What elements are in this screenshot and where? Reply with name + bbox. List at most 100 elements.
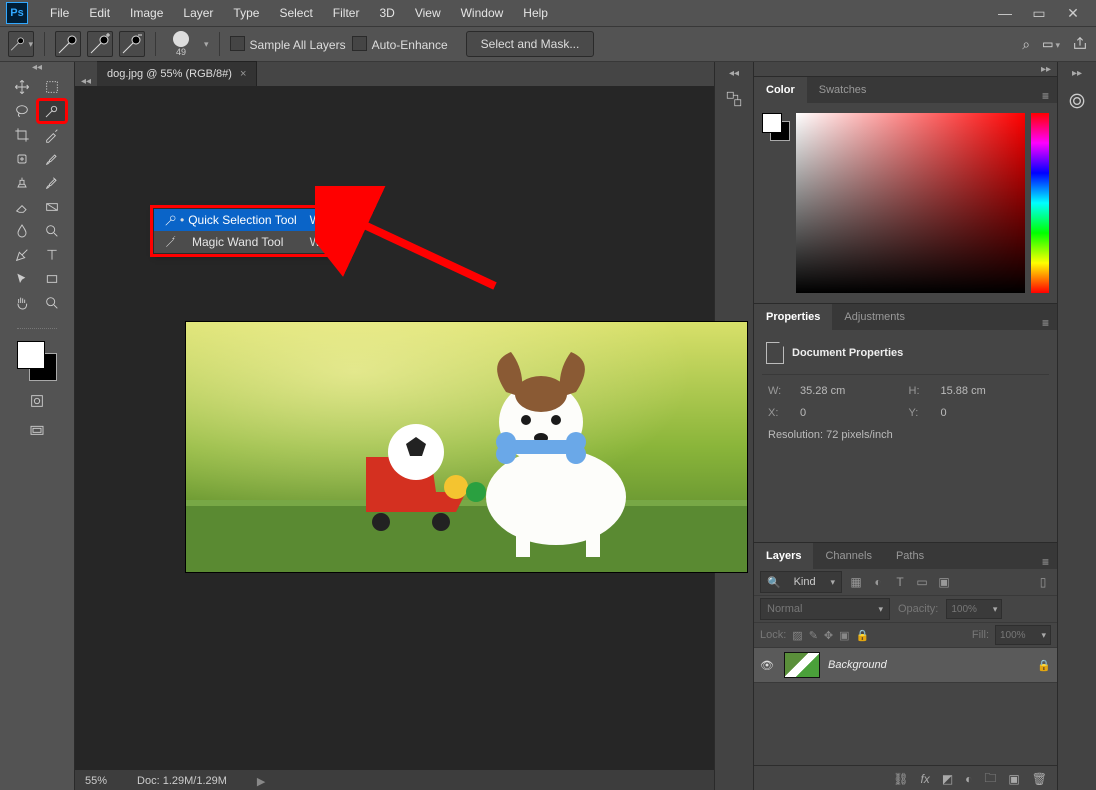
tab-swatches[interactable]: Swatches	[807, 77, 879, 103]
delete-layer-icon[interactable]: 🗑	[1032, 772, 1047, 786]
filter-smart-icon[interactable]: ▣	[936, 574, 952, 590]
adjustment-layer-icon[interactable]: ◐	[965, 772, 972, 786]
marquee-tool[interactable]	[38, 76, 66, 98]
layer-group-icon[interactable]: 🗀	[984, 769, 996, 790]
menu-file[interactable]: File	[40, 0, 79, 26]
layer-mask-icon[interactable]: ◩	[942, 772, 953, 786]
menu-view[interactable]: View	[405, 0, 451, 26]
collapse-far-right-icon[interactable]: ▸▸	[1072, 68, 1082, 78]
collapse-strip-icon[interactable]: ◂◂	[729, 68, 739, 78]
lasso-tool[interactable]	[8, 100, 36, 122]
zoom-level[interactable]: 55%	[85, 775, 107, 787]
collapse-left-icon[interactable]: ◂◂	[75, 76, 97, 86]
history-brush-tool[interactable]	[38, 172, 66, 194]
mini-fg-swatch[interactable]	[762, 113, 782, 133]
maximize-icon[interactable]: ▭	[1022, 3, 1056, 23]
hand-tool[interactable]	[8, 292, 36, 314]
add-selection-icon[interactable]	[87, 31, 113, 57]
select-and-mask-button[interactable]: Select and Mask...	[466, 31, 595, 57]
filter-shape-icon[interactable]: ▭	[914, 574, 930, 590]
menu-help[interactable]: Help	[513, 0, 558, 26]
minimize-icon[interactable]: —	[988, 3, 1022, 23]
quick-mask-icon[interactable]	[26, 391, 48, 411]
color-picker-field[interactable]	[796, 113, 1049, 293]
path-selection-tool[interactable]	[8, 268, 36, 290]
type-tool[interactable]	[38, 244, 66, 266]
tab-adjustments[interactable]: Adjustments	[832, 304, 917, 330]
menu-window[interactable]: Window	[451, 0, 514, 26]
zoom-tool[interactable]	[38, 292, 66, 314]
blend-mode-select[interactable]: Normal▾	[760, 598, 890, 620]
tab-color[interactable]: Color	[754, 77, 807, 103]
panel-menu-icon[interactable]: ≡	[1034, 89, 1057, 103]
healing-brush-tool[interactable]	[8, 148, 36, 170]
move-tool[interactable]	[8, 76, 36, 98]
filter-type-icon[interactable]: T	[892, 574, 908, 590]
menu-image[interactable]: Image	[120, 0, 173, 26]
lock-pixels-icon[interactable]: ✎	[809, 629, 818, 642]
quick-selection-tool[interactable]	[38, 100, 66, 122]
panel-menu-icon[interactable]: ≡	[1034, 316, 1057, 330]
collapse-toolbar-icon[interactable]: ◂◂	[0, 62, 74, 72]
eraser-tool[interactable]	[8, 196, 36, 218]
brush-size-picker[interactable]: 49	[166, 31, 196, 57]
tab-paths[interactable]: Paths	[884, 543, 936, 569]
subtract-selection-icon[interactable]	[119, 31, 145, 57]
lock-position-icon[interactable]: ✥	[824, 629, 833, 642]
share-icon[interactable]	[1072, 35, 1088, 54]
flyout-quick-selection[interactable]: • Quick Selection Tool W	[154, 209, 329, 231]
foreground-color-swatch[interactable]	[17, 341, 45, 369]
dodge-tool[interactable]	[38, 220, 66, 242]
filter-adjust-icon[interactable]: ◐	[870, 574, 886, 590]
menu-3d[interactable]: 3D	[369, 0, 404, 26]
opacity-input[interactable]: 100%▾	[946, 599, 1002, 619]
canvas-image[interactable]	[185, 321, 748, 573]
fill-input[interactable]: 100%▾	[995, 625, 1051, 645]
eyedropper-tool[interactable]	[38, 124, 66, 146]
filter-toggle-icon[interactable]: ▯	[1035, 574, 1051, 590]
blur-tool[interactable]	[8, 220, 36, 242]
tab-close-icon[interactable]: ×	[240, 68, 246, 80]
close-icon[interactable]: ✕	[1056, 3, 1090, 23]
menu-type[interactable]: Type	[223, 0, 269, 26]
lock-transparent-icon[interactable]: ▨	[792, 629, 802, 642]
foreground-background-swatches[interactable]	[17, 341, 57, 381]
filter-pixel-icon[interactable]: ▦	[848, 574, 864, 590]
doc-size[interactable]: Doc: 1.29M/1.29M	[137, 775, 227, 787]
new-selection-icon[interactable]	[55, 31, 81, 57]
lock-artboard-icon[interactable]: ▣	[839, 629, 849, 642]
layer-thumbnail[interactable]	[784, 652, 820, 678]
auto-enhance-checkbox[interactable]: Auto-Enhance	[352, 36, 448, 52]
clone-stamp-tool[interactable]	[8, 172, 36, 194]
tab-channels[interactable]: Channels	[813, 543, 883, 569]
visibility-icon[interactable]: 👁	[760, 659, 776, 672]
gradient-tool[interactable]	[38, 196, 66, 218]
flyout-magic-wand[interactable]: Magic Wand Tool W	[154, 231, 329, 253]
menu-edit[interactable]: Edit	[79, 0, 120, 26]
crop-tool[interactable]	[8, 124, 36, 146]
menu-layer[interactable]: Layer	[173, 0, 223, 26]
layer-filter-kind[interactable]: 🔍Kind▾	[760, 571, 842, 593]
brush-tool[interactable]	[38, 148, 66, 170]
screen-mode-icon[interactable]	[26, 421, 48, 441]
color-mini-swatches[interactable]	[762, 113, 790, 141]
layer-fx-icon[interactable]: fx	[920, 772, 929, 786]
hue-slider[interactable]	[1031, 113, 1049, 293]
link-layers-icon[interactable]: ⛓	[893, 772, 908, 786]
layer-locked-icon[interactable]: 🔒	[1037, 659, 1051, 672]
current-tool-icon[interactable]: ▾	[8, 31, 34, 57]
tab-properties[interactable]: Properties	[754, 304, 832, 330]
libraries-icon[interactable]	[1064, 88, 1090, 114]
lock-all-icon[interactable]: 🔒	[856, 629, 870, 642]
statusbar-arrow-icon[interactable]: ▶	[257, 775, 265, 788]
layer-row-background[interactable]: 👁 Background 🔒	[754, 648, 1057, 683]
history-panel-icon[interactable]	[721, 86, 747, 112]
menu-filter[interactable]: Filter	[323, 0, 370, 26]
menu-select[interactable]: Select	[269, 0, 322, 26]
panel-menu-icon[interactable]: ≡	[1034, 555, 1057, 569]
rectangle-tool[interactable]	[38, 268, 66, 290]
sample-all-layers-checkbox[interactable]: Sample All Layers	[230, 36, 346, 52]
document-tab[interactable]: dog.jpg @ 55% (RGB/8#) ×	[97, 61, 257, 86]
search-icon[interactable]: ⌕	[1022, 36, 1030, 53]
collapse-panels-icon[interactable]: ▸▸	[1035, 62, 1057, 76]
